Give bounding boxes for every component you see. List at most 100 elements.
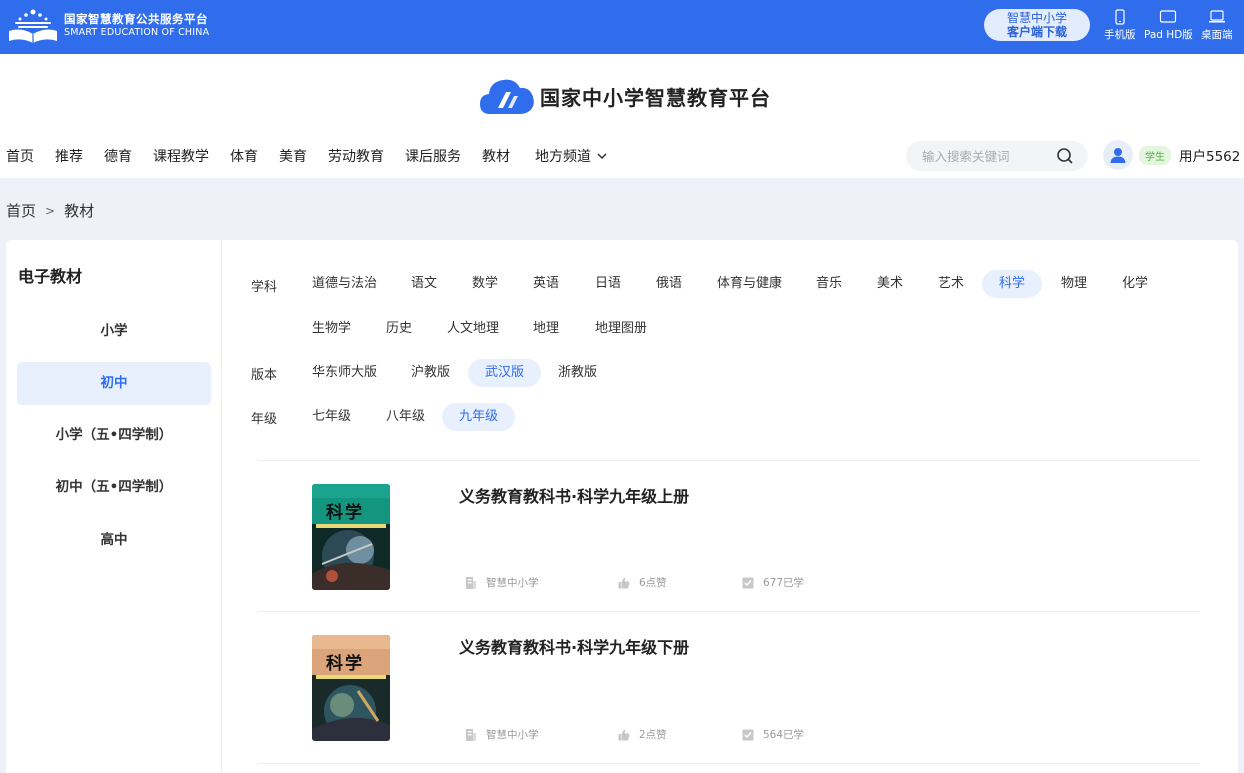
subject-chip[interactable]: 音乐 [799, 270, 859, 298]
device-phone-link[interactable]: 手机版 [1104, 9, 1136, 42]
likes-count: 6点赞 [639, 577, 667, 589]
nav-item-courses[interactable]: 课程教学 [153, 146, 209, 166]
thumbs-up-icon [618, 729, 630, 740]
device-pad-link[interactable]: Pad HD版 [1144, 9, 1193, 42]
subject-chip[interactable]: 体育与健康 [700, 270, 799, 298]
book-item[interactable]: 科学 义务教育教科书·科学九年级上册 智慧中小学 6点赞 677已学 [258, 461, 1200, 611]
building-icon [466, 576, 476, 589]
tablet-icon [1160, 10, 1177, 23]
book-item[interactable]: 科学 义务教育教科书·科学九年级下册 智慧中小学 2点赞 564已学 [258, 612, 1200, 762]
sidebar: 电子教材 小学 初中 小学（五•四学制） 初中（五•四学制） 高中 [6, 240, 222, 773]
user-icon [1110, 148, 1126, 163]
subject-chip[interactable]: 艺术 [921, 270, 981, 298]
book-cover-text: 科学 [326, 654, 364, 674]
device-pad-label: Pad HD版 [1144, 29, 1193, 41]
user-menu[interactable]: 学生 用户5562 [1103, 140, 1240, 170]
platform-cloud-logo-icon [480, 79, 534, 114]
grade-chip[interactable]: 七年级 [295, 403, 368, 431]
edition-chip-active[interactable]: 武汉版 [468, 359, 542, 387]
role-badge: 学生 [1139, 145, 1171, 165]
book-title[interactable]: 义务教育教科书·科学九年级下册 [459, 634, 689, 658]
book-cover-text: 科学 [326, 503, 364, 523]
sidebar-item-primary-54[interactable]: 小学（五•四学制） [17, 414, 211, 457]
book-learners: 677已学 [742, 575, 804, 590]
book-cover[interactable]: 科学 [312, 635, 390, 741]
device-desktop-label: 桌面端 [1201, 29, 1233, 41]
subject-chip[interactable]: 历史 [369, 315, 429, 343]
thumbs-up-icon [618, 577, 630, 588]
subject-chip[interactable]: 人文地理 [430, 315, 516, 343]
edition-filter-label: 版本 [251, 368, 278, 383]
subject-chip[interactable]: 数学 [455, 270, 515, 298]
phone-icon [1115, 9, 1125, 25]
subject-chip[interactable]: 日语 [578, 270, 638, 298]
sidebar-item-junior-54[interactable]: 初中（五•四学制） [17, 466, 211, 509]
nav-item-recommend[interactable]: 推荐 [55, 146, 83, 166]
device-desktop-link[interactable]: 桌面端 [1201, 9, 1233, 42]
brand[interactable]: 国家智慧教育公共服务平台 SMART EDUCATION OF CHINA [6, 6, 209, 46]
breadcrumb-separator: > [45, 203, 56, 218]
search-box [906, 141, 1088, 171]
subject-chip[interactable]: 物理 [1044, 270, 1104, 298]
nav-item-home[interactable]: 首页 [6, 146, 34, 166]
avatar[interactable] [1103, 140, 1133, 170]
download-line-2: 客户端下载 [1006, 25, 1067, 39]
subject-chip[interactable]: 道德与法治 [295, 270, 394, 298]
grade-chip-active[interactable]: 九年级 [442, 403, 516, 431]
sidebar-item-senior-high[interactable]: 高中 [17, 519, 211, 562]
edition-chip[interactable]: 沪教版 [394, 359, 467, 387]
chevron-down-icon [597, 153, 607, 160]
nav-item-local-channel[interactable]: 地方频道 [535, 146, 609, 166]
top-bar: 国家智慧教育公共服务平台 SMART EDUCATION OF CHINA 智慧… [0, 0, 1244, 54]
study-record-icon [742, 577, 754, 588]
likes-count: 2点赞 [639, 729, 667, 741]
subject-chip[interactable]: 美术 [860, 270, 920, 298]
book-learners: 564已学 [742, 727, 804, 742]
learners-count: 677已学 [763, 577, 805, 589]
subject-chip[interactable]: 俄语 [639, 270, 699, 298]
subject-chip[interactable]: 语文 [394, 270, 454, 298]
breadcrumb-current: 教材 [64, 202, 95, 220]
smart-education-logo-icon [9, 9, 57, 43]
divider [258, 763, 1200, 764]
sidebar-item-primary[interactable]: 小学 [17, 310, 211, 353]
publisher-name: 智慧中小学 [486, 729, 539, 741]
laptop-icon [1208, 10, 1225, 23]
breadcrumb: 首页 > 教材 [6, 200, 94, 221]
subject-chip[interactable]: 英语 [516, 270, 576, 298]
book-cover[interactable]: 科学 [312, 484, 390, 590]
book-title[interactable]: 义务教育教科书·科学九年级上册 [459, 483, 689, 507]
nav-item-arts[interactable]: 美育 [279, 146, 307, 166]
client-download-button[interactable]: 智慧中小学 客户端下载 [984, 9, 1090, 41]
brand-name-cn: 国家智慧教育公共服务平台 [64, 12, 208, 26]
edition-chip[interactable]: 华东师大版 [295, 359, 394, 387]
nav-item-labor[interactable]: 劳动教育 [328, 146, 384, 166]
grade-filter-label: 年级 [251, 412, 278, 427]
book-likes[interactable]: 2点赞 [618, 727, 667, 742]
search-icon[interactable] [1056, 147, 1074, 165]
study-record-icon [742, 729, 754, 740]
sidebar-item-junior-high[interactable]: 初中 [17, 362, 211, 405]
book-likes[interactable]: 6点赞 [618, 575, 667, 590]
sidebar-title: 电子教材 [18, 267, 83, 286]
platform-logo[interactable]: 国家中小学智慧教育平台 [478, 74, 771, 118]
username[interactable]: 用户5562 [1179, 145, 1240, 165]
breadcrumb-home[interactable]: 首页 [6, 200, 36, 221]
subject-chip[interactable]: 地理 [516, 315, 576, 343]
nav-item-after-school[interactable]: 课后服务 [405, 146, 461, 166]
edition-chip[interactable]: 浙教版 [541, 359, 614, 387]
device-phone-label: 手机版 [1104, 29, 1136, 41]
learners-count: 564已学 [763, 729, 805, 741]
subject-chip[interactable]: 生物学 [295, 315, 368, 343]
subject-chip[interactable]: 化学 [1105, 270, 1165, 298]
brand-name-en: SMART EDUCATION OF CHINA [64, 27, 210, 38]
nav-item-textbooks[interactable]: 教材 [482, 146, 510, 166]
subject-chip-active[interactable]: 科学 [982, 270, 1043, 298]
grade-chip[interactable]: 八年级 [369, 403, 442, 431]
nav-item-moral[interactable]: 德育 [104, 146, 132, 166]
nav-item-sports[interactable]: 体育 [230, 146, 258, 166]
book-publisher: 智慧中小学 [465, 575, 539, 590]
search-input[interactable] [922, 148, 1052, 164]
subject-chip[interactable]: 地理图册 [578, 315, 664, 343]
header: 国家中小学智慧教育平台 首页 推荐 德育 课程教学 体育 美育 劳动教育 课后服… [0, 54, 1244, 178]
